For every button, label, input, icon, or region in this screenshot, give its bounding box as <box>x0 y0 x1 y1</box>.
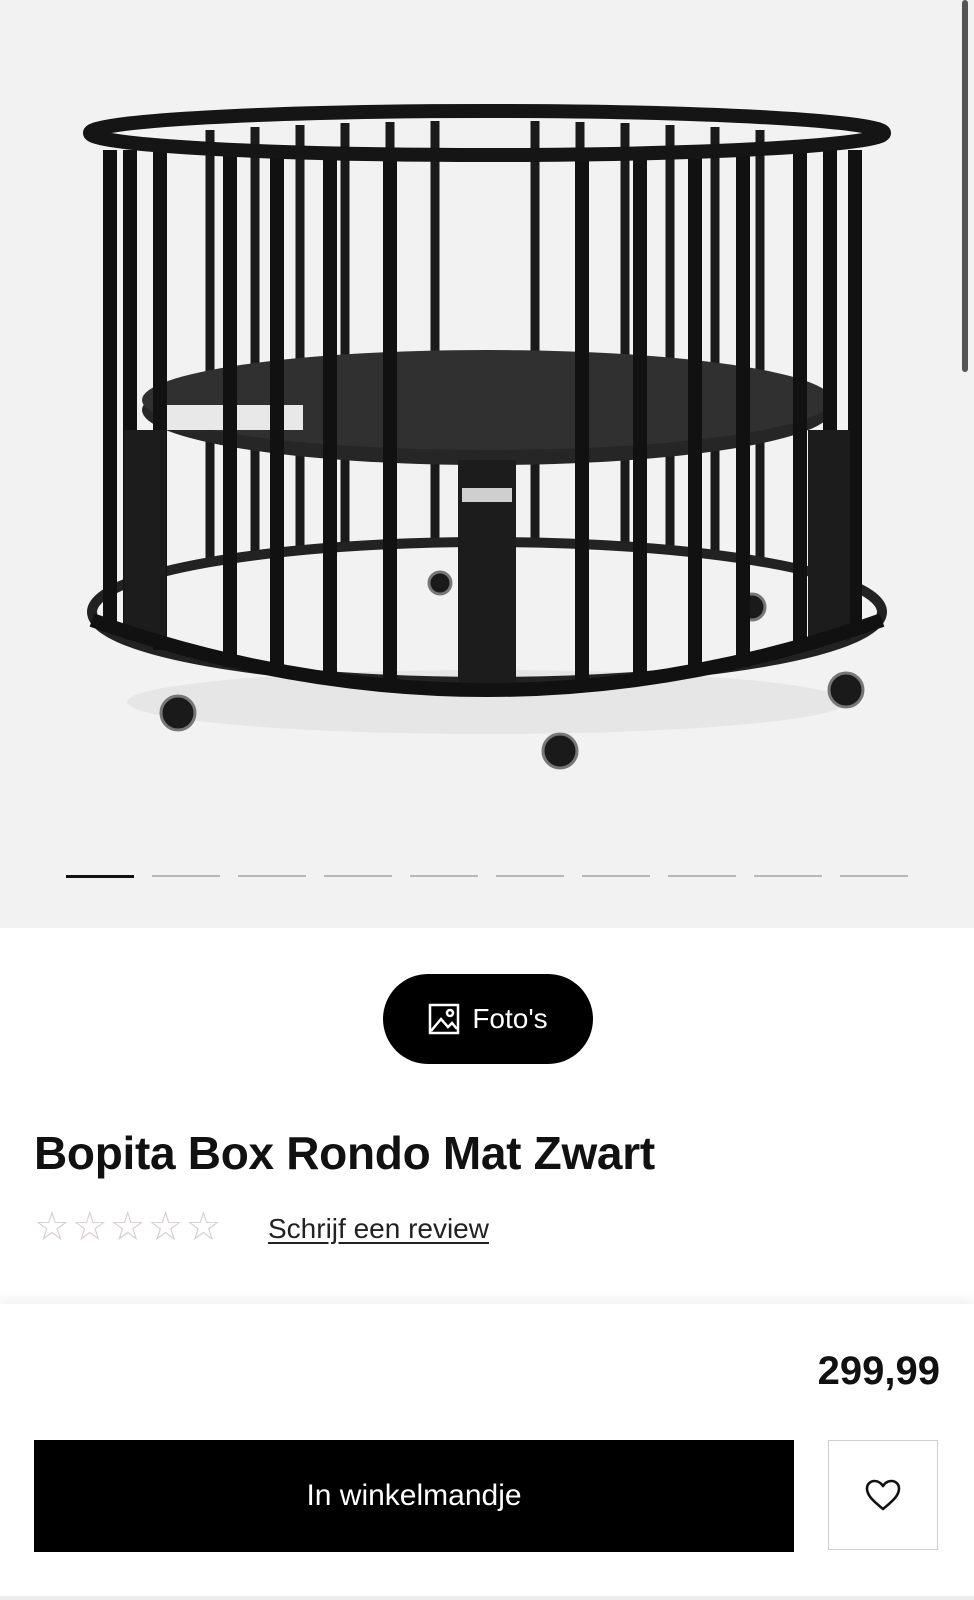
write-review-link[interactable]: Schrijf een review <box>268 1213 489 1245</box>
gallery-dot-7[interactable] <box>582 875 650 877</box>
page-scrollbar[interactable] <box>962 0 968 372</box>
heart-icon <box>865 1479 901 1511</box>
gallery-pagination <box>66 874 908 878</box>
gallery-dot-1[interactable] <box>66 874 134 878</box>
product-title: Bopita Box Rondo Mat Zwart <box>34 1127 655 1179</box>
photos-button[interactable]: Foto's <box>383 974 593 1064</box>
star-icon: ☆ <box>109 1205 146 1249</box>
gallery-dot-3[interactable] <box>238 875 306 877</box>
photos-button-label: Foto's <box>472 1003 548 1034</box>
star-icon: ☆ <box>71 1205 108 1249</box>
star-icon: ☆ <box>147 1205 184 1249</box>
gallery-dot-6[interactable] <box>496 875 564 877</box>
product-price: 299,99 <box>817 1349 940 1393</box>
gallery-dot-8[interactable] <box>668 875 736 877</box>
gallery-dot-4[interactable] <box>324 875 392 877</box>
gallery-dot-10[interactable] <box>840 875 908 877</box>
product-image-gallery[interactable] <box>0 0 974 928</box>
gallery-dot-5[interactable] <box>410 875 478 877</box>
star-icon: ☆ <box>34 1205 70 1249</box>
rating-stars[interactable]: ☆ ☆ ☆ ☆ ☆ <box>34 1206 221 1248</box>
gallery-dot-9[interactable] <box>754 875 822 877</box>
add-to-cart-button[interactable]: In winkelmandje <box>34 1440 794 1552</box>
wishlist-button[interactable] <box>828 1440 938 1550</box>
star-icon: ☆ <box>185 1205 222 1249</box>
product-photo <box>83 104 891 770</box>
bottom-divider <box>0 1596 974 1600</box>
image-icon <box>429 1003 460 1035</box>
gallery-dot-2[interactable] <box>152 875 220 877</box>
